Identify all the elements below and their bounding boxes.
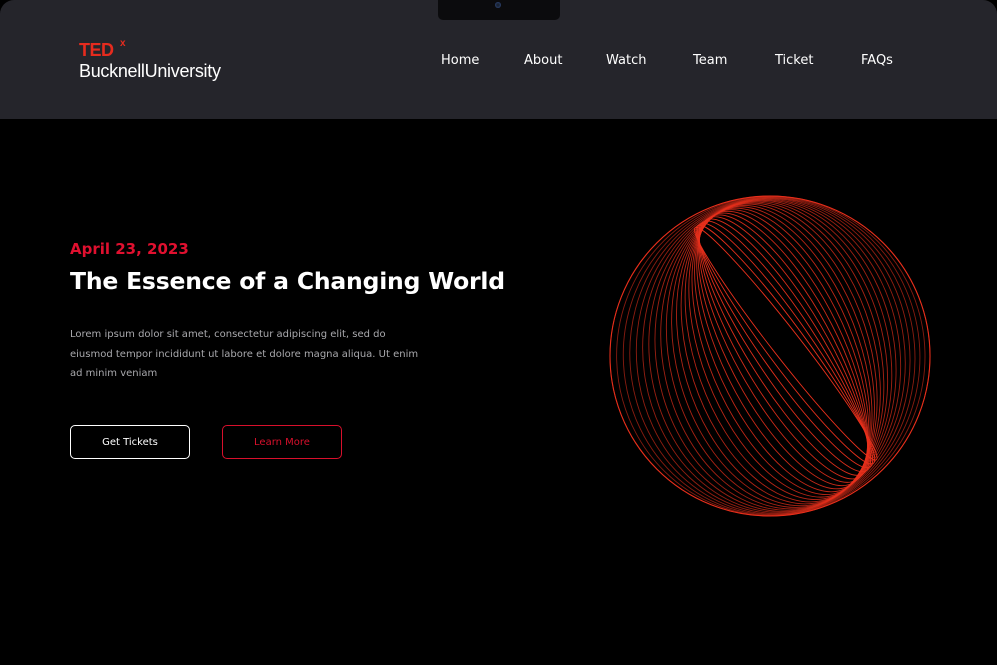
sphere-ring bbox=[697, 222, 874, 469]
camera-notch bbox=[438, 0, 560, 20]
nav-about[interactable]: About bbox=[524, 52, 562, 70]
sphere-ring bbox=[694, 226, 878, 461]
sphere-ring bbox=[698, 214, 869, 483]
event-date: April 23, 2023 bbox=[70, 240, 189, 258]
camera-icon bbox=[495, 2, 501, 8]
nav-ticket[interactable]: Ticket bbox=[775, 52, 813, 70]
hero-title: The Essence of a Changing World bbox=[70, 267, 505, 295]
learn-more-button[interactable]: Learn More bbox=[222, 425, 342, 459]
logo-superscript: x bbox=[120, 38, 126, 49]
hero-description: Lorem ipsum dolor sit amet, consectetur … bbox=[70, 329, 419, 379]
site-header: TED x BucknellUniversity Home About Watc… bbox=[0, 0, 997, 119]
landing-page: TED x BucknellUniversity Home About Watc… bbox=[0, 0, 997, 665]
sphere-ring bbox=[698, 216, 869, 480]
logo-subtitle: BucknellUniversity bbox=[79, 61, 221, 81]
sphere-ring bbox=[635, 197, 911, 514]
tedx-logo[interactable]: TED x BucknellUniversity bbox=[79, 38, 249, 84]
spiral-sphere-graphic bbox=[609, 195, 931, 517]
sphere-ring bbox=[665, 200, 889, 508]
nav-home[interactable]: Home bbox=[441, 52, 479, 70]
nav-team[interactable]: Team bbox=[693, 52, 727, 70]
nav-watch[interactable]: Watch bbox=[606, 52, 646, 70]
sphere-ring bbox=[629, 196, 916, 515]
logo-brand: TED bbox=[79, 40, 114, 60]
nav-faqs[interactable]: FAQs bbox=[861, 52, 893, 70]
get-tickets-button[interactable]: Get Tickets bbox=[70, 425, 190, 459]
